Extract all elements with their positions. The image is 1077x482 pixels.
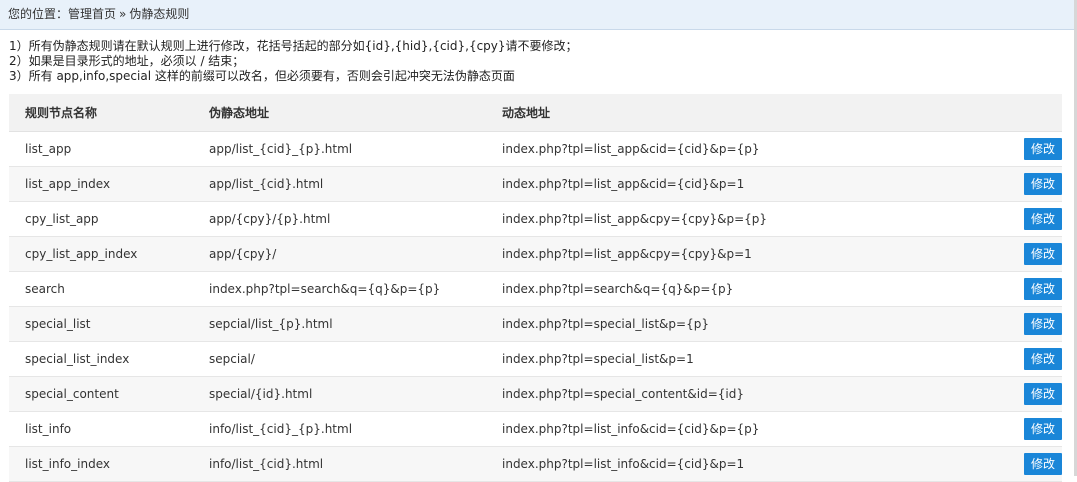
table-header-row: 规则节点名称 伪静态地址 动态地址	[9, 94, 1062, 132]
edit-button[interactable]: 修改	[1024, 348, 1062, 370]
edit-button[interactable]: 修改	[1024, 383, 1062, 405]
table-row: cpy_list_app app/{cpy}/{p}.html index.php?…	[9, 201, 1062, 237]
dynamic-url-cell: index.php?tpl=search&q={q}&p={p}	[502, 271, 1002, 307]
edit-button[interactable]: 修改	[1024, 453, 1062, 475]
edit-button[interactable]: 修改	[1024, 138, 1062, 160]
rule-name-cell: list_app	[9, 131, 209, 167]
rule-name-cell: special_content	[9, 376, 209, 412]
breadcrumb-separator: »	[119, 7, 127, 21]
rules-notes: 1）所有伪静态规则请在默认规则上进行修改，花括号括起的部分如{id},{hid}…	[0, 30, 1077, 84]
action-cell: 修改	[1002, 201, 1062, 237]
rewrite-rules-table: 规则节点名称 伪静态地址 动态地址 list_app app/list_{cid}…	[9, 94, 1062, 482]
table-row: list_app_index app/list_{cid}.html index.p…	[9, 166, 1062, 202]
edit-button[interactable]: 修改	[1024, 278, 1062, 300]
note-line: 3）所有 app,info,special 这样的前缀可以改名，但必须要有，否则…	[9, 69, 515, 83]
breadcrumb-current: 伪静态规则	[129, 7, 190, 21]
dynamic-url-cell: index.php?tpl=list_app&cid={cid}&p={p}	[502, 131, 1002, 167]
dynamic-url-cell: index.php?tpl=special_list&p={p}	[502, 306, 1002, 342]
rewrite-url-cell: info/list_{cid}_{p}.html	[209, 411, 502, 447]
action-cell: 修改	[1002, 166, 1062, 202]
rule-name-cell: list_app_index	[9, 166, 209, 202]
dynamic-url-cell: index.php?tpl=list_info&cid={cid}&p={p}	[502, 411, 1002, 447]
note-line: 2）如果是目录形式的地址，必须以 / 结束；	[9, 54, 245, 68]
action-cell: 修改	[1002, 411, 1062, 447]
action-cell: 修改	[1002, 306, 1062, 342]
table-row: special_list_index sepcial/index.php?tpl=…	[9, 341, 1062, 377]
table-row: list_info_index info/list_{cid}.html index…	[9, 446, 1062, 482]
rule-name-cell: cpy_list_app_index	[9, 236, 209, 272]
dynamic-url-cell: index.php?tpl=special_content&id={id}	[502, 376, 1002, 412]
rule-name-cell: special_list_index	[9, 341, 209, 377]
breadcrumb-prefix: 您的位置：	[8, 7, 69, 21]
action-cell: 修改	[1002, 236, 1062, 272]
column-header-rewrite: 伪静态地址	[209, 94, 502, 132]
rule-name-cell: special_list	[9, 306, 209, 342]
note-line: 1）所有伪静态规则请在默认规则上进行修改，花括号括起的部分如{id},{hid}…	[9, 39, 578, 53]
rewrite-url-cell: app/list_{cid}_{p}.html	[209, 131, 502, 167]
rewrite-url-cell: app/{cpy}/{p}.html	[209, 201, 502, 237]
column-header-dynamic: 动态地址	[502, 94, 1002, 132]
rewrite-url-cell: sepcial/list_{p}.html	[209, 306, 502, 342]
table-row: special_content special/{id}.html index.ph…	[9, 376, 1062, 412]
action-cell: 修改	[1002, 341, 1062, 377]
rewrite-url-cell: special/{id}.html	[209, 376, 502, 412]
table-row: cpy_list_app_index app/{cpy}/index.php?tp…	[9, 236, 1062, 272]
dynamic-url-cell: index.php?tpl=list_app&cid={cid}&p=1	[502, 166, 1002, 202]
rewrite-url-cell: app/{cpy}/	[209, 236, 502, 272]
edit-button[interactable]: 修改	[1024, 243, 1062, 265]
breadcrumb: 您的位置：管理首页» 伪静态规则	[0, 0, 1077, 30]
action-cell: 修改	[1002, 271, 1062, 307]
dynamic-url-cell: index.php?tpl=list_app&cpy={cpy}&p=1	[502, 236, 1002, 272]
action-cell: 修改	[1002, 446, 1062, 482]
dynamic-url-cell: index.php?tpl=special_list&p=1	[502, 341, 1002, 377]
edit-button[interactable]: 修改	[1024, 208, 1062, 230]
rule-name-cell: list_info_index	[9, 446, 209, 482]
rule-name-cell: list_info	[9, 411, 209, 447]
breadcrumb-home-link[interactable]: 管理首页	[68, 7, 116, 21]
action-cell: 修改	[1002, 376, 1062, 412]
column-header-name: 规则节点名称	[9, 94, 209, 132]
rewrite-url-cell: app/list_{cid}.html	[209, 166, 502, 202]
rewrite-url-cell: index.php?tpl=search&q={q}&p={p}	[209, 271, 502, 307]
rule-name-cell: search	[9, 271, 209, 307]
table-row: list_info info/list_{cid}_{p}.html index.p…	[9, 411, 1062, 447]
rewrite-url-cell: sepcial/	[209, 341, 502, 377]
edit-button[interactable]: 修改	[1024, 313, 1062, 335]
table-row: special_list sepcial/list_{p}.html index.p…	[9, 306, 1062, 342]
rule-name-cell: cpy_list_app	[9, 201, 209, 237]
table-row: list_app app/list_{cid}_{p}.html index.php…	[9, 131, 1062, 167]
table-row: search index.php?tpl=search&q={q}&p={p} in…	[9, 271, 1062, 307]
dynamic-url-cell: index.php?tpl=list_app&cpy={cpy}&p={p}	[502, 201, 1002, 237]
edit-button[interactable]: 修改	[1024, 173, 1062, 195]
action-cell: 修改	[1002, 131, 1062, 167]
rewrite-url-cell: info/list_{cid}.html	[209, 446, 502, 482]
edit-button[interactable]: 修改	[1024, 418, 1062, 440]
dynamic-url-cell: index.php?tpl=list_info&cid={cid}&p=1	[502, 446, 1002, 482]
column-header-action	[1002, 94, 1062, 132]
